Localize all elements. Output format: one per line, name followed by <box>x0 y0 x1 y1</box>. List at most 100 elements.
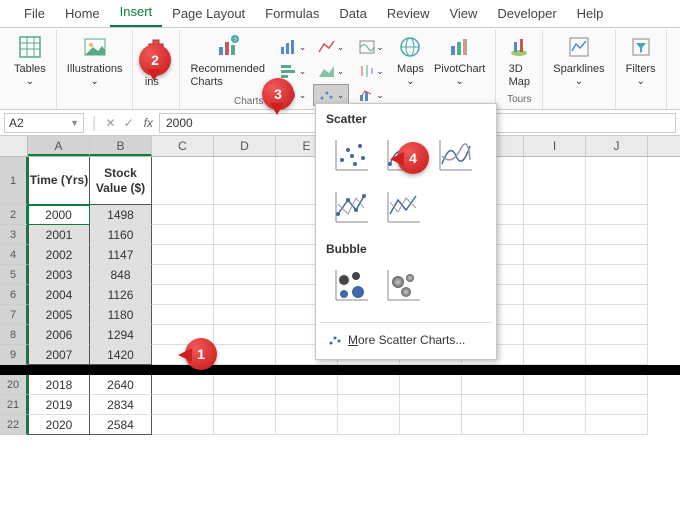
row-head[interactable]: 21 <box>0 395 28 415</box>
cell[interactable] <box>586 305 648 325</box>
cell[interactable] <box>152 245 214 265</box>
tab-view[interactable]: View <box>439 2 487 27</box>
cell[interactable] <box>214 245 276 265</box>
cell[interactable] <box>214 325 276 345</box>
bubble-2d-option[interactable] <box>326 262 374 310</box>
cell[interactable]: 2002 <box>28 245 90 265</box>
tab-file[interactable]: File <box>14 2 55 27</box>
more-scatter-charts-option[interactable]: MMore Scatter Charts...ore Scatter Chart… <box>320 327 492 353</box>
filters-button[interactable]: Filters⌄ <box>622 32 660 90</box>
cell[interactable]: 2001 <box>28 225 90 245</box>
cell[interactable] <box>586 285 648 305</box>
cell[interactable] <box>152 395 214 415</box>
tab-developer[interactable]: Developer <box>487 2 566 27</box>
row-head[interactable]: 6 <box>0 285 28 305</box>
cell[interactable]: 2018 <box>28 375 90 395</box>
cell[interactable] <box>152 205 214 225</box>
cancel-icon[interactable]: ✕ <box>102 116 120 130</box>
cell[interactable]: 848 <box>90 265 152 285</box>
cell[interactable] <box>276 415 338 435</box>
cell[interactable] <box>214 205 276 225</box>
cell[interactable]: 2007 <box>28 345 90 365</box>
cell[interactable] <box>214 395 276 415</box>
row-head[interactable]: 4 <box>0 245 28 265</box>
cell[interactable] <box>276 395 338 415</box>
cell[interactable] <box>586 345 648 365</box>
tab-review[interactable]: Review <box>377 2 440 27</box>
map3d-button[interactable]: 3D Map <box>502 32 536 91</box>
tab-insert[interactable]: Insert <box>110 0 163 27</box>
tab-page-layout[interactable]: Page Layout <box>162 2 255 27</box>
cell[interactable] <box>524 205 586 225</box>
cell[interactable]: 1147 <box>90 245 152 265</box>
cell[interactable] <box>400 395 462 415</box>
row-head[interactable]: 8 <box>0 325 28 345</box>
cell[interactable] <box>524 325 586 345</box>
row-head[interactable]: 5 <box>0 265 28 285</box>
cell[interactable]: 2640 <box>90 375 152 395</box>
cell[interactable] <box>524 345 586 365</box>
cell[interactable]: 2020 <box>28 415 90 435</box>
cell[interactable] <box>586 245 648 265</box>
row-head[interactable]: 20 <box>0 375 28 395</box>
cell[interactable] <box>214 225 276 245</box>
tab-home[interactable]: Home <box>55 2 110 27</box>
col-C[interactable]: C <box>152 136 214 156</box>
cell[interactable]: 2003 <box>28 265 90 285</box>
name-box[interactable]: A2▼ <box>4 113 84 133</box>
col-B[interactable]: B <box>90 136 152 156</box>
cell[interactable] <box>524 225 586 245</box>
chart-line-button[interactable]: ⌄ <box>313 36 349 58</box>
enter-icon[interactable]: ✓ <box>120 116 138 130</box>
cell[interactable] <box>276 375 338 395</box>
scatter-smooth-option[interactable] <box>430 132 478 180</box>
tab-data[interactable]: Data <box>329 2 376 27</box>
row-head[interactable]: 22 <box>0 415 28 435</box>
cell[interactable]: 2000 <box>28 205 90 225</box>
cell[interactable] <box>586 157 648 205</box>
cell[interactable] <box>152 265 214 285</box>
cell[interactable] <box>524 285 586 305</box>
cell[interactable] <box>338 375 400 395</box>
cell[interactable]: 2584 <box>90 415 152 435</box>
bubble-3d-option[interactable] <box>378 262 426 310</box>
cell[interactable] <box>214 415 276 435</box>
row-head[interactable]: 7 <box>0 305 28 325</box>
illustrations-button[interactable]: Illustrations⌄ <box>63 32 127 90</box>
cell[interactable] <box>524 265 586 285</box>
cell[interactable] <box>400 375 462 395</box>
cell[interactable]: 1160 <box>90 225 152 245</box>
cell[interactable] <box>524 395 586 415</box>
chart-stock-button[interactable]: ⌄ <box>353 60 389 82</box>
cell[interactable]: 1420 <box>90 345 152 365</box>
cell[interactable] <box>152 415 214 435</box>
cell[interactable] <box>214 305 276 325</box>
cell[interactable] <box>462 375 524 395</box>
fx-icon[interactable]: fx <box>138 116 159 130</box>
cell[interactable] <box>214 265 276 285</box>
split-bar[interactable] <box>0 365 680 375</box>
chart-column-button[interactable]: ⌄ <box>275 36 311 58</box>
cell[interactable]: 2006 <box>28 325 90 345</box>
cell[interactable] <box>586 415 648 435</box>
cell[interactable] <box>586 225 648 245</box>
cell[interactable] <box>586 205 648 225</box>
cell[interactable] <box>524 245 586 265</box>
cell[interactable] <box>524 375 586 395</box>
cell[interactable] <box>152 305 214 325</box>
tab-formulas[interactable]: Formulas <box>255 2 329 27</box>
cell[interactable] <box>462 415 524 435</box>
cell[interactable] <box>214 375 276 395</box>
cell[interactable] <box>214 345 276 365</box>
scatter-plain-option[interactable] <box>326 132 374 180</box>
cell[interactable] <box>152 157 214 205</box>
col-A[interactable]: A <box>28 136 90 156</box>
cell[interactable]: 2004 <box>28 285 90 305</box>
header-B[interactable]: Stock Value ($) <box>90 157 152 205</box>
tab-help[interactable]: Help <box>567 2 614 27</box>
cell[interactable] <box>586 375 648 395</box>
cell[interactable]: 2834 <box>90 395 152 415</box>
tables-button[interactable]: Tables⌄ <box>10 32 50 90</box>
sparklines-button[interactable]: Sparklines⌄ <box>549 32 608 90</box>
header-A[interactable]: Time (Yrs) <box>28 157 90 205</box>
